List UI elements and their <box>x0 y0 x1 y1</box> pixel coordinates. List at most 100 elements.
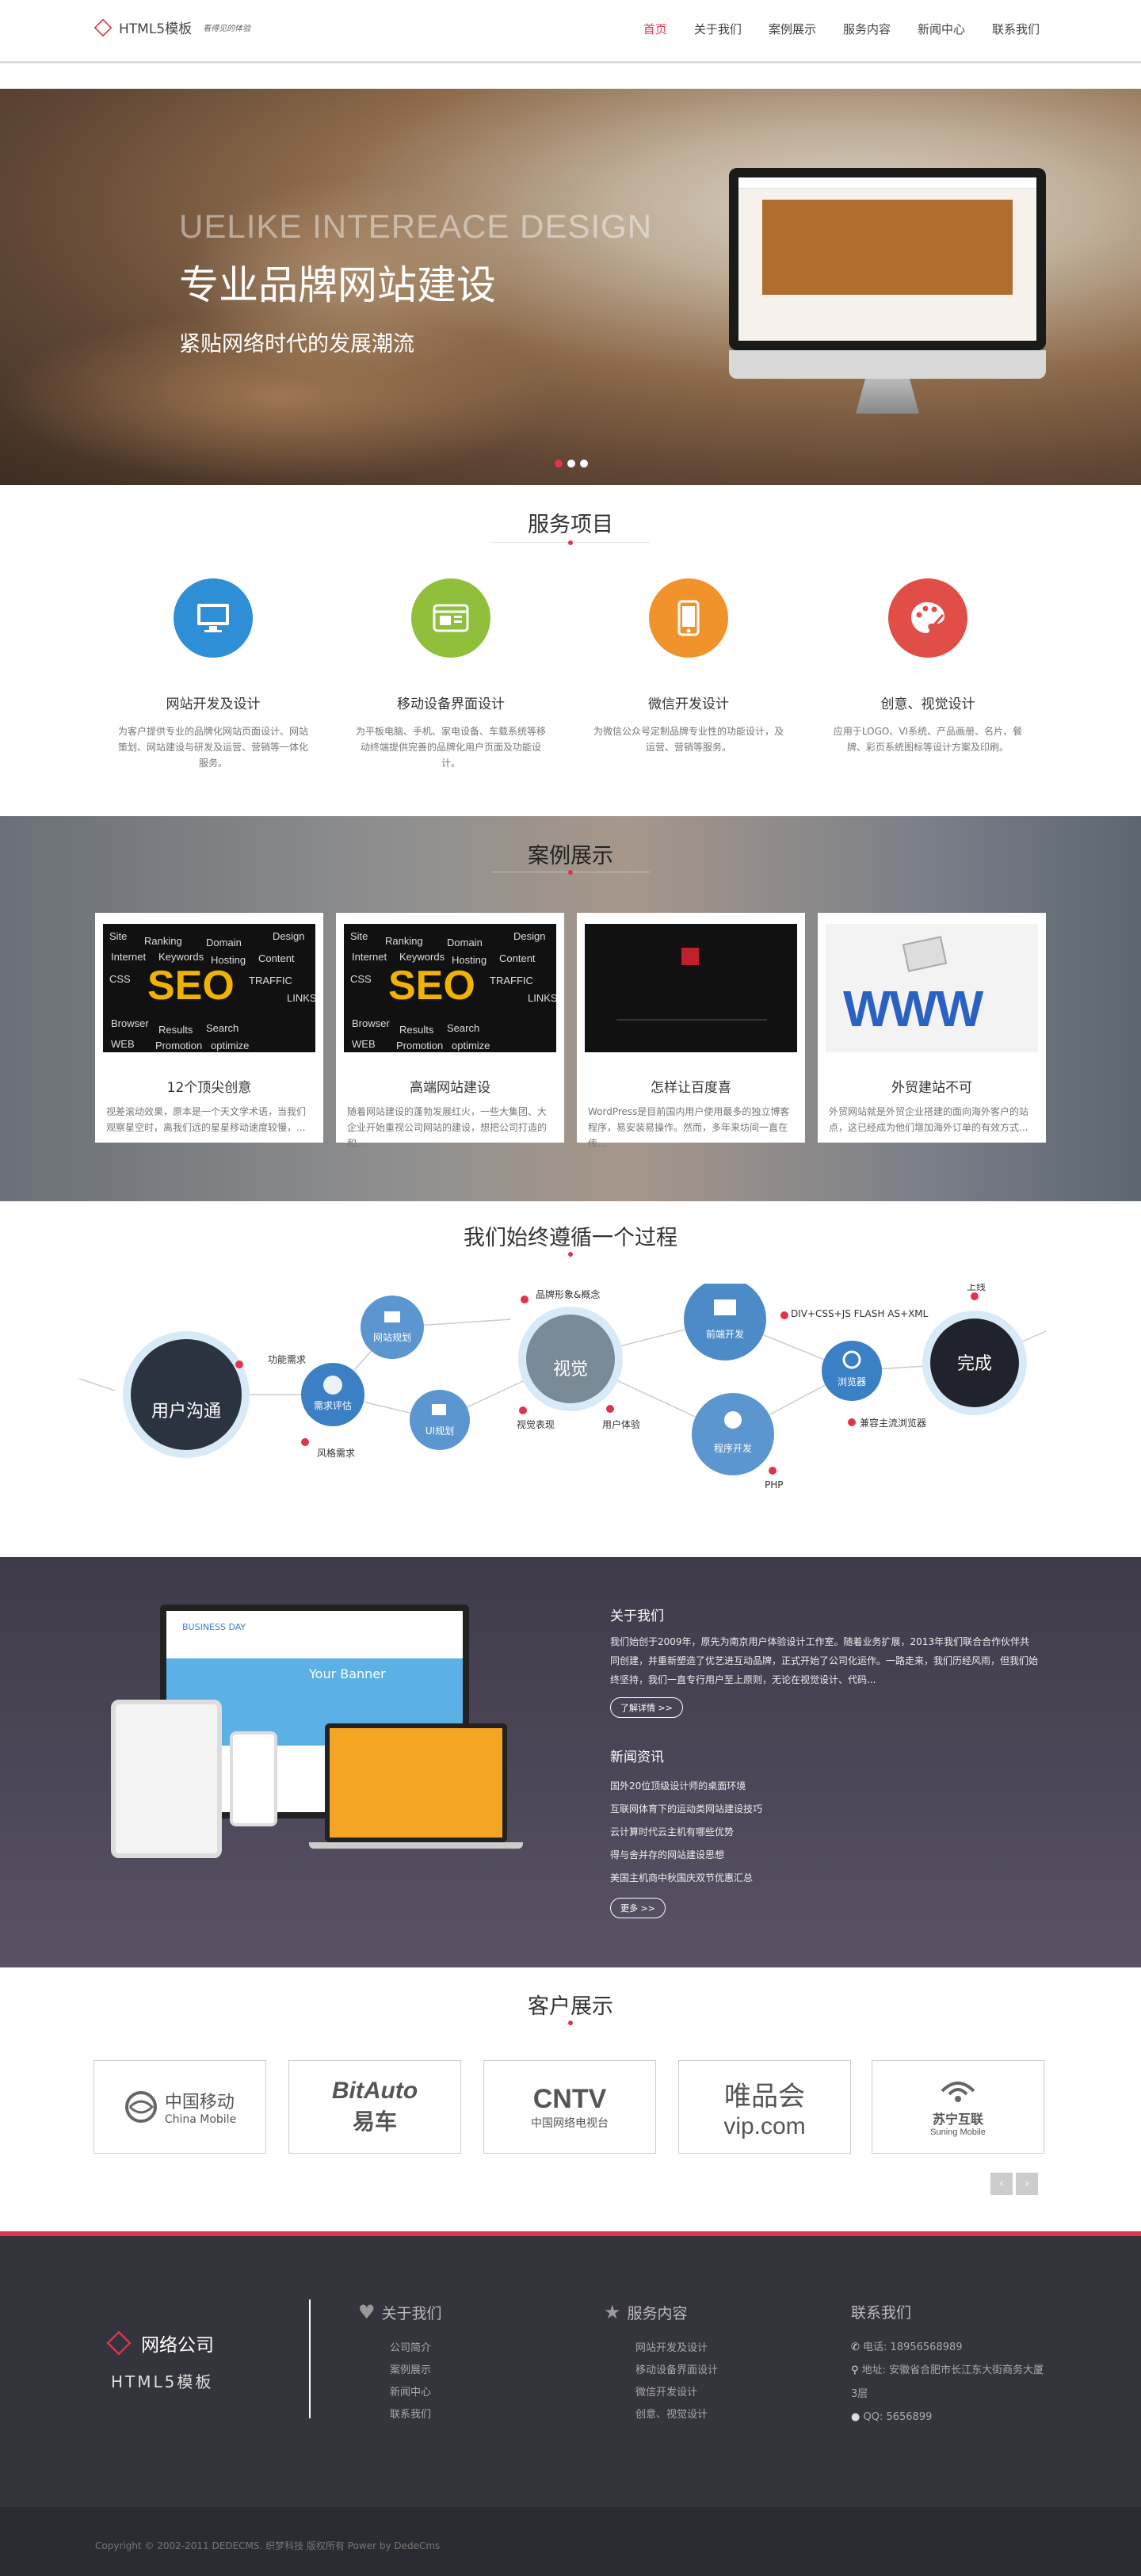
nav-about[interactable]: 关于我们 <box>694 21 742 37</box>
phone-icon: ✆ <box>851 2341 864 2353</box>
nav-contact[interactable]: 联系我们 <box>992 21 1040 37</box>
news-item[interactable]: 美国主机商中秋国庆双节优惠汇总 <box>610 1867 762 1890</box>
banner-title: 专业品牌网站建设 <box>179 262 496 308</box>
banner-subtitle: 紧贴网络时代的发展潮流 <box>179 332 414 357</box>
logo-slogan: 看得见的体验 <box>203 25 251 33</box>
news-more-button[interactable]: 更多 >> <box>610 1898 666 1918</box>
client-logo[interactable]: 中国移动 China Mobile <box>93 2060 266 2154</box>
case-card[interactable]: Site Ranking Domain Design Internet Keywords… <box>95 913 323 1143</box>
service-item[interactable]: 移动设备界面设计 为平板电脑、手机、家电设备、车载系统等移动终端提供完善的品牌化… <box>344 578 558 771</box>
case-desc: 随着网站建设的蓬勃发展红火，一些大集团、大企业开始重视公司网站的建设，想把公司打… <box>347 1106 548 1149</box>
svg-text:风格需求: 风格需求 <box>317 1447 355 1459</box>
services-title: 服务项目 <box>528 513 613 537</box>
service-item[interactable]: 微信开发设计 为微信公众号定制品牌专业性的功能设计，及运营、营销等服务。 <box>582 578 796 755</box>
about-more-button[interactable]: 了解详情 >> <box>610 1697 683 1718</box>
footer-about-col: ♥ 关于我们 公司简介 案例展示 新闻中心 联系我们 <box>358 2301 442 2426</box>
footer-col-title: 联系我们 <box>851 2304 912 2322</box>
client-logo[interactable]: CNTV 中国网络电视台 <box>483 2060 656 2154</box>
service-name: 创意、视觉设计 <box>880 696 975 712</box>
svg-text:用户体验: 用户体验 <box>602 1418 640 1430</box>
news-item[interactable]: 国外20位顶级设计师的桌面环境 <box>610 1775 762 1798</box>
copyright-text: Copyright © 2002-2011 DEDECMS. 织梦科技 版权所有… <box>95 2540 441 2551</box>
logo-text: HTML5模板 <box>119 21 193 37</box>
case-card[interactable]: WWW 外贸建站不可 外贸网站就是外贸企业搭建的面向海外客户的站点，这已经成为他… <box>818 913 1046 1143</box>
nav-cases[interactable]: 案例展示 <box>769 21 816 37</box>
qq-icon: ● <box>851 2411 864 2423</box>
nav-news[interactable]: 新闻中心 <box>918 21 965 37</box>
slider-dots <box>555 460 588 467</box>
nav-services[interactable]: 服务内容 <box>843 21 891 37</box>
news-list: 国外20位顶级设计师的桌面环境 互联网体育下的运动类网站建设技巧 云计算时代云主… <box>610 1775 762 1890</box>
nav-home[interactable]: 首页 <box>643 21 667 37</box>
footer-link[interactable]: 案例展示 <box>358 2360 442 2382</box>
seo-chalkboard-image: Site Ranking Domain Design Internet Keywords… <box>103 924 315 1052</box>
svg-text:前端开发: 前端开发 <box>706 1328 744 1340</box>
client-logo[interactable]: BitAuto 易车 <box>288 2060 461 2154</box>
client-logo[interactable]: 苏宁互联 Suning Mobile <box>872 2060 1044 2154</box>
www-image: WWW <box>826 924 1038 1052</box>
service-desc: 应用于LOGO、VI系统、产品画册、名片、餐牌、彩页系统图标等设计方案及印刷。 <box>833 726 1023 753</box>
footer-logo[interactable]: 网络公司 <box>106 2330 214 2357</box>
site-footer: 网络公司 HTML5模板 ♥ 关于我们 公司简介 案例展示 新闻中心 联系我们 ★… <box>0 2231 1141 2576</box>
news-item[interactable]: 云计算时代云主机有哪些优势 <box>610 1821 762 1844</box>
svg-text:上线: 上线 <box>967 1284 986 1292</box>
cube-logo-icon <box>106 2330 132 2356</box>
site-header: HTML5模板 看得见的体验 首页 关于我们 案例展示 服务内容 新闻中心 联系… <box>0 0 1141 63</box>
device-window-icon <box>411 578 490 658</box>
cases-title: 案例展示 <box>528 844 613 868</box>
footer-phone: ✆ 电话: 18956568989 <box>851 2341 963 2353</box>
monitor-icon <box>174 578 253 658</box>
service-item[interactable]: 网站开发及设计 为客户提供专业的品牌化网站页面设计、网站策划、网站建设与研发及运… <box>106 578 320 771</box>
case-desc: WordPress是目前国内用户使用最多的独立博客程序，易安装易操作。然而，多年… <box>588 1106 790 1149</box>
process-diagram: 用户沟通 需求评估 网站规划 UI规划 视觉 前端开发 程序开发 浏览器 完成 … <box>78 1284 1047 1490</box>
footer-link[interactable]: 公司简介 <box>358 2337 442 2360</box>
slider-dot[interactable] <box>580 460 588 467</box>
service-name: 网站开发及设计 <box>166 696 261 712</box>
slider-dot[interactable] <box>555 460 563 467</box>
svg-text:视觉表现: 视觉表现 <box>517 1418 555 1430</box>
next-arrow-icon[interactable]: › <box>1016 2173 1038 2195</box>
footer-link[interactable]: 微信开发设计 <box>604 2382 718 2404</box>
service-desc: 为微信公众号定制品牌专业性的功能设计，及运营、营销等服务。 <box>593 726 784 753</box>
svg-text:视觉: 视觉 <box>553 1360 588 1380</box>
footer-link[interactable]: 网站开发及设计 <box>604 2337 718 2360</box>
service-item[interactable]: 创意、视觉设计 应用于LOGO、VI系统、产品画册、名片、餐牌、彩页系统图标等设… <box>821 578 1035 755</box>
svg-text:浏览器: 浏览器 <box>838 1376 866 1387</box>
prev-arrow-icon[interactable]: ‹ <box>990 2173 1013 2195</box>
logo[interactable]: HTML5模板 看得见的体验 <box>93 17 251 37</box>
case-desc: 外贸网站就是外贸企业搭建的面向海外客户的站点，这已经成为他们增加海外订单的有效方… <box>829 1106 1029 1133</box>
seo-chalkboard-image: Site Ranking Domain Design Internet Keywords… <box>344 924 556 1052</box>
hero-banner: UELIKE INTEREACE DESIGN 专业品牌网站建设 紧贴网络时代的… <box>0 89 1141 485</box>
svg-text:UI规划: UI规划 <box>425 1425 454 1437</box>
process-title: 我们始终遵循一个过程 <box>464 1226 677 1250</box>
footer-address: ⚲ 地址: 安徽省合肥市长江东大街商务大厦3层 <box>851 2364 1044 2400</box>
news-title: 新闻资讯 <box>610 1750 664 1765</box>
palette-icon <box>888 578 967 658</box>
svg-text:DIV+CSS+JS FLASH AS+XML: DIV+CSS+JS FLASH AS+XML <box>791 1308 929 1319</box>
footer-divider <box>309 2299 311 2418</box>
footer-qq: ● QQ: 5656899 <box>851 2411 933 2423</box>
news-item[interactable]: 互联网体育下的运动类网站建设技巧 <box>610 1798 762 1821</box>
clients-title: 客户展示 <box>528 1994 613 2019</box>
footer-service-col: ★ 服务内容 网站开发及设计 移动设备界面设计 微信开发设计 创意、视觉设计 <box>604 2301 718 2426</box>
case-card[interactable]: Site Ranking Domain Design Internet Keywords… <box>336 913 564 1149</box>
footer-link[interactable]: 新闻中心 <box>358 2382 442 2404</box>
footer-link[interactable]: 创意、视觉设计 <box>604 2404 718 2426</box>
footer-col-title: 关于我们 <box>381 2304 442 2322</box>
title-divider <box>491 540 650 545</box>
about-section: BUSINESS DAY Your Banner 关于我们 我们始创于2009年… <box>0 1557 1141 1967</box>
client-logo[interactable]: 唯品会 vip.com <box>678 2060 851 2154</box>
copyright-bar: Copyright © 2002-2011 DEDECMS. 织梦科技 版权所有… <box>0 2507 1141 2576</box>
svg-text:PHP: PHP <box>765 1479 784 1490</box>
slider-dot[interactable] <box>567 460 575 467</box>
case-card[interactable]: 怎样让百度喜 WordPress是目前国内用户使用最多的独立博客程序，易安装易操… <box>577 913 805 1149</box>
main-nav: 首页 关于我们 案例展示 服务内容 新闻中心 联系我们 <box>643 21 1040 37</box>
footer-link[interactable]: 移动设备界面设计 <box>604 2360 718 2382</box>
footer-link[interactable]: 联系我们 <box>358 2404 442 2426</box>
cube-logo-icon <box>93 18 113 36</box>
news-block: 新闻资讯 国外20位顶级设计师的桌面环境 互联网体育下的运动类网站建设技巧 云计… <box>610 1746 762 1918</box>
news-item[interactable]: 得与舍并存的网站建设思想 <box>610 1844 762 1867</box>
svg-text:兼容主流浏览器: 兼容主流浏览器 <box>860 1417 926 1429</box>
about-block: 关于我们 我们始创于2009年，原先为南京用户体验设计工作室。随着业务扩展，20… <box>610 1605 1038 1718</box>
star-icon: ★ <box>604 2301 621 2323</box>
